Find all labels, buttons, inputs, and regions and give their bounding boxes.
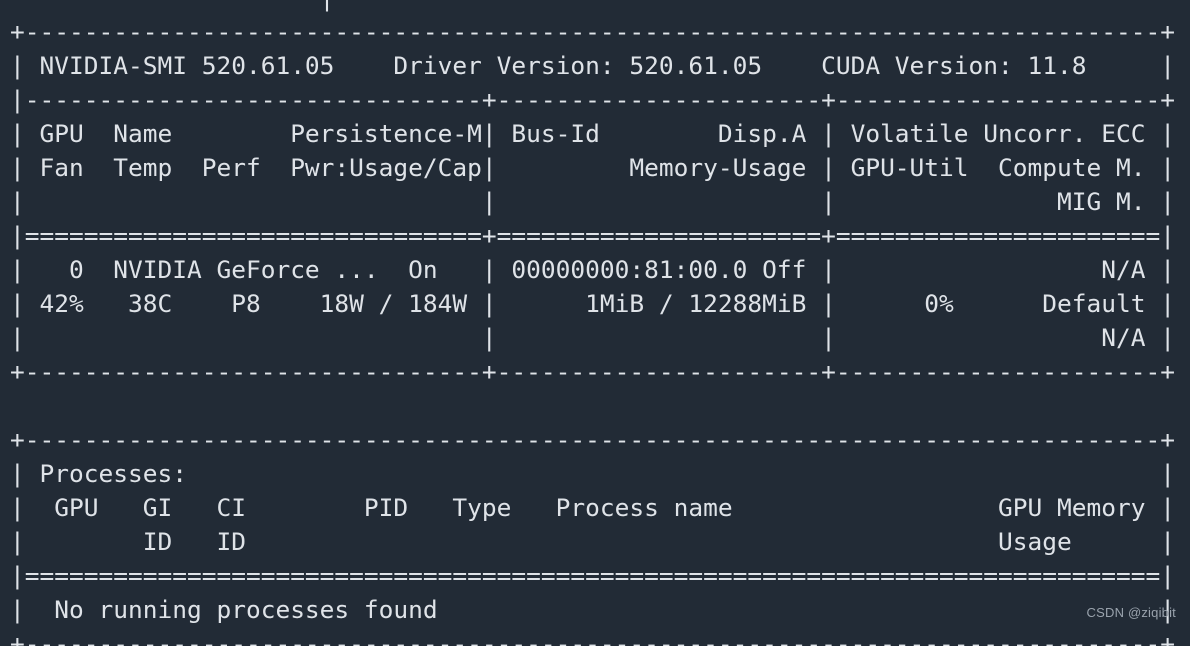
terminal-line: +-------------------------------+-------… xyxy=(10,358,1175,386)
terminal-line: | Processes: | xyxy=(10,460,1175,488)
terminal-line: |=======================================… xyxy=(10,562,1175,590)
terminal-line: |-------------------------------+-------… xyxy=(10,86,1175,114)
terminal-line: | | | N/A | xyxy=(10,324,1175,352)
terminal-line-partial: | xyxy=(10,0,1175,15)
terminal-line: +---------------------------------------… xyxy=(10,630,1175,646)
terminal-line: | GPU Name Persistence-M| Bus-Id Disp.A … xyxy=(10,120,1175,148)
terminal-output: | +--------------------------------------… xyxy=(10,0,1175,646)
terminal-line: | Fan Temp Perf Pwr:Usage/Cap| Memory-Us… xyxy=(10,154,1175,182)
terminal-line: +---------------------------------------… xyxy=(10,426,1175,454)
terminal-line: |===============================+=======… xyxy=(10,222,1175,250)
terminal-line: | 0 NVIDIA GeForce ... On | 00000000:81:… xyxy=(10,256,1175,284)
terminal-line: | ID ID Usage | xyxy=(10,528,1175,556)
terminal-line: | 42% 38C P8 18W / 184W | 1MiB / 12288Mi… xyxy=(10,290,1175,318)
terminal-window[interactable]: | +--------------------------------------… xyxy=(0,0,1190,646)
terminal-line: +---------------------------------------… xyxy=(10,18,1175,46)
terminal-line: | NVIDIA-SMI 520.61.05 Driver Version: 5… xyxy=(10,52,1175,80)
terminal-line: | | | MIG M. | xyxy=(10,188,1175,216)
terminal-line: | No running processes found | xyxy=(10,596,1175,624)
terminal-line: | GPU GI CI PID Type Process name GPU Me… xyxy=(10,494,1175,522)
